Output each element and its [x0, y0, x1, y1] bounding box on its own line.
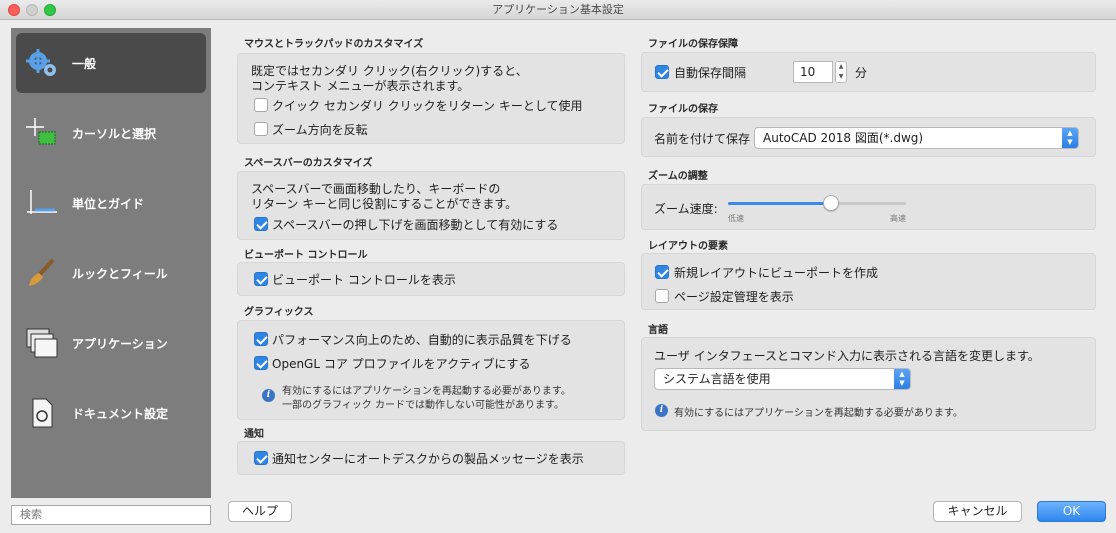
sidebar: 一般 カーソルと選択 単位とガイド ルックとフィール アプリケーション ドキュメ… [11, 28, 211, 498]
info-icon: i [262, 389, 275, 402]
opengl-core-checkbox[interactable] [254, 356, 268, 370]
opengl-core-label: OpenGL コア プロファイルをアクティブにする [272, 357, 531, 371]
search-input[interactable]: 検索 [11, 505, 211, 525]
sidebar-item-label: カーソルと選択 [72, 126, 157, 141]
quick-secondary-click-label: クイック セカンダリ クリックをリターン キーとして使用 [272, 99, 583, 113]
invert-zoom-label: ズーム方向を反転 [272, 123, 368, 137]
page-setup-label: ページ設定管理を表示 [674, 290, 794, 304]
brush-icon [24, 255, 60, 291]
saveas-format-select[interactable]: AutoCAD 2018 図面(*.dwg) ▲ ▼ [754, 127, 1079, 149]
sidebar-item-look[interactable]: ルックとフィール [16, 243, 206, 303]
close-window-button[interactable] [8, 4, 20, 16]
file-safety-panel: 自動保存間隔 10 ▲ ▼ 分 [641, 52, 1096, 92]
show-viewport-controls-label: ビューポート コントロールを表示 [272, 273, 456, 287]
graphics-panel: パフォーマンス向上のため、自動的に表示品質を下げる OpenGL コア プロファ… [237, 320, 625, 420]
title-bar: アプリケーション基本設定 [0, 0, 1116, 20]
window-title: アプリケーション基本設定 [492, 3, 624, 16]
sidebar-item-units[interactable]: 単位とガイド [16, 173, 206, 233]
sidebar-item-label: 単位とガイド [72, 196, 145, 211]
section-title-zoom: ズームの調整 [648, 171, 708, 182]
section-title-viewport: ビューポート コントロール [244, 250, 368, 261]
spacebar-panel: スペースバーで画面移動したり、キーボードの リターン キーと同じ役割にすることが… [237, 171, 625, 240]
section-title-file-save: ファイルの保存 [648, 104, 718, 115]
section-title-spacebar: スペースバーのカスタマイズ [244, 158, 373, 169]
create-viewport-label: 新規レイアウトにビューポートを作成 [674, 266, 879, 280]
minimize-window-button[interactable] [26, 4, 38, 16]
mouse-panel: 既定ではセカンダリ クリック(右クリック)すると、 コンテキスト メニューが表示… [237, 53, 625, 144]
sidebar-item-application[interactable]: アプリケーション [16, 313, 206, 373]
auto-degrade-label: パフォーマンス向上のため、自動的に表示品質を下げる [272, 333, 572, 347]
autosave-interval-field[interactable]: 10 [793, 61, 833, 83]
zoom-speed-fill [728, 202, 832, 205]
language-note: 有効にするにはアプリケーションを再起動する必要があります。 [674, 408, 963, 419]
sidebar-item-label: 一般 [72, 56, 97, 71]
zoom-high-label: 高速 [890, 214, 906, 223]
language-select[interactable]: システム言語を使用 ▲ ▼ [654, 368, 911, 390]
autosave-unit-label: 分 [855, 66, 868, 80]
saveas-format-value: AutoCAD 2018 図面(*.dwg) [763, 131, 924, 145]
product-messages-label: 通知センターにオートデスクからの製品メッセージを表示 [272, 452, 584, 466]
zoom-panel: ズーム速度: 低速 高速 [641, 184, 1096, 230]
create-viewport-checkbox[interactable] [655, 265, 669, 279]
section-title-language: 言語 [648, 325, 668, 336]
chevron-updown-icon: ▲ ▼ [894, 369, 910, 389]
language-panel: ユーザ インタフェースとコマンド入力に表示される言語を変更します。 システム言語… [641, 337, 1096, 431]
saveas-label: 名前を付けて保存 [654, 132, 751, 146]
spacebar-pan-checkbox[interactable] [254, 217, 268, 231]
layout-panel: 新規レイアウトにビューポートを作成 ページ設定管理を表示 [641, 253, 1096, 310]
zoom-speed-label: ズーム速度: [654, 202, 718, 216]
language-value: システム言語を使用 [663, 372, 771, 386]
viewport-panel: ビューポート コントロールを表示 [237, 262, 625, 296]
help-button[interactable]: ヘルプ [228, 501, 292, 522]
gears-icon [24, 45, 60, 81]
sidebar-item-label: アプリケーション [72, 336, 168, 351]
section-title-graphics: グラフィックス [244, 307, 314, 318]
show-viewport-controls-checkbox[interactable] [254, 272, 268, 286]
graphics-note-1: 有効にするにはアプリケーションを再起動する必要があります。 [282, 386, 571, 397]
section-title-file-safety: ファイルの保存保障 [648, 39, 738, 50]
zoom-speed-thumb[interactable] [823, 195, 840, 211]
invert-zoom-checkbox[interactable] [254, 122, 268, 136]
zoom-low-label: 低速 [728, 214, 744, 223]
chevron-updown-icon: ▲ ▼ [1062, 128, 1078, 148]
product-messages-checkbox[interactable] [254, 451, 268, 465]
sidebar-item-general[interactable]: 一般 [16, 33, 206, 93]
auto-degrade-checkbox[interactable] [254, 332, 268, 346]
sidebar-item-document[interactable]: ドキュメント設定 [16, 383, 206, 443]
sidebar-item-label: ルックとフィール [72, 266, 168, 281]
spacebar-desc-2: リターン キーと同じ役割にすることができます。 [251, 197, 518, 211]
mouse-desc-2: コンテキスト メニューが表示されます。 [251, 79, 470, 93]
autosave-checkbox[interactable] [655, 65, 669, 79]
notify-panel: 通知センターにオートデスクからの製品メッセージを表示 [237, 441, 625, 475]
cancel-button[interactable]: キャンセル [933, 501, 1022, 522]
section-title-mouse: マウスとトラックパッドのカスタマイズ [244, 39, 424, 50]
spacebar-pan-label: スペースバーの押し下げを画面移動として有効にする [272, 218, 559, 232]
ruler-icon [24, 185, 60, 221]
info-icon: i [655, 404, 668, 417]
cursor-icon [24, 115, 60, 151]
document-icon [24, 395, 60, 431]
page-setup-checkbox[interactable] [655, 289, 669, 303]
section-title-notify: 通知 [244, 429, 264, 440]
section-title-layout: レイアウトの要素 [648, 241, 728, 252]
language-desc: ユーザ インタフェースとコマンド入力に表示される言語を変更します。 [654, 349, 1040, 363]
zoom-window-button[interactable] [44, 4, 56, 16]
sidebar-item-cursor[interactable]: カーソルと選択 [16, 103, 206, 163]
sidebar-item-label: ドキュメント設定 [72, 406, 169, 421]
autosave-interval-stepper[interactable]: ▲ ▼ [835, 61, 847, 83]
graphics-note-2: 一部のグラフィック カードでは動作しない可能性があります。 [282, 400, 564, 411]
file-save-panel: 名前を付けて保存 AutoCAD 2018 図面(*.dwg) ▲ ▼ [641, 117, 1096, 157]
ok-button[interactable]: OK [1037, 501, 1106, 522]
quick-secondary-click-checkbox[interactable] [254, 98, 268, 112]
windows-icon [24, 325, 60, 361]
autosave-label: 自動保存間隔 [674, 66, 747, 80]
